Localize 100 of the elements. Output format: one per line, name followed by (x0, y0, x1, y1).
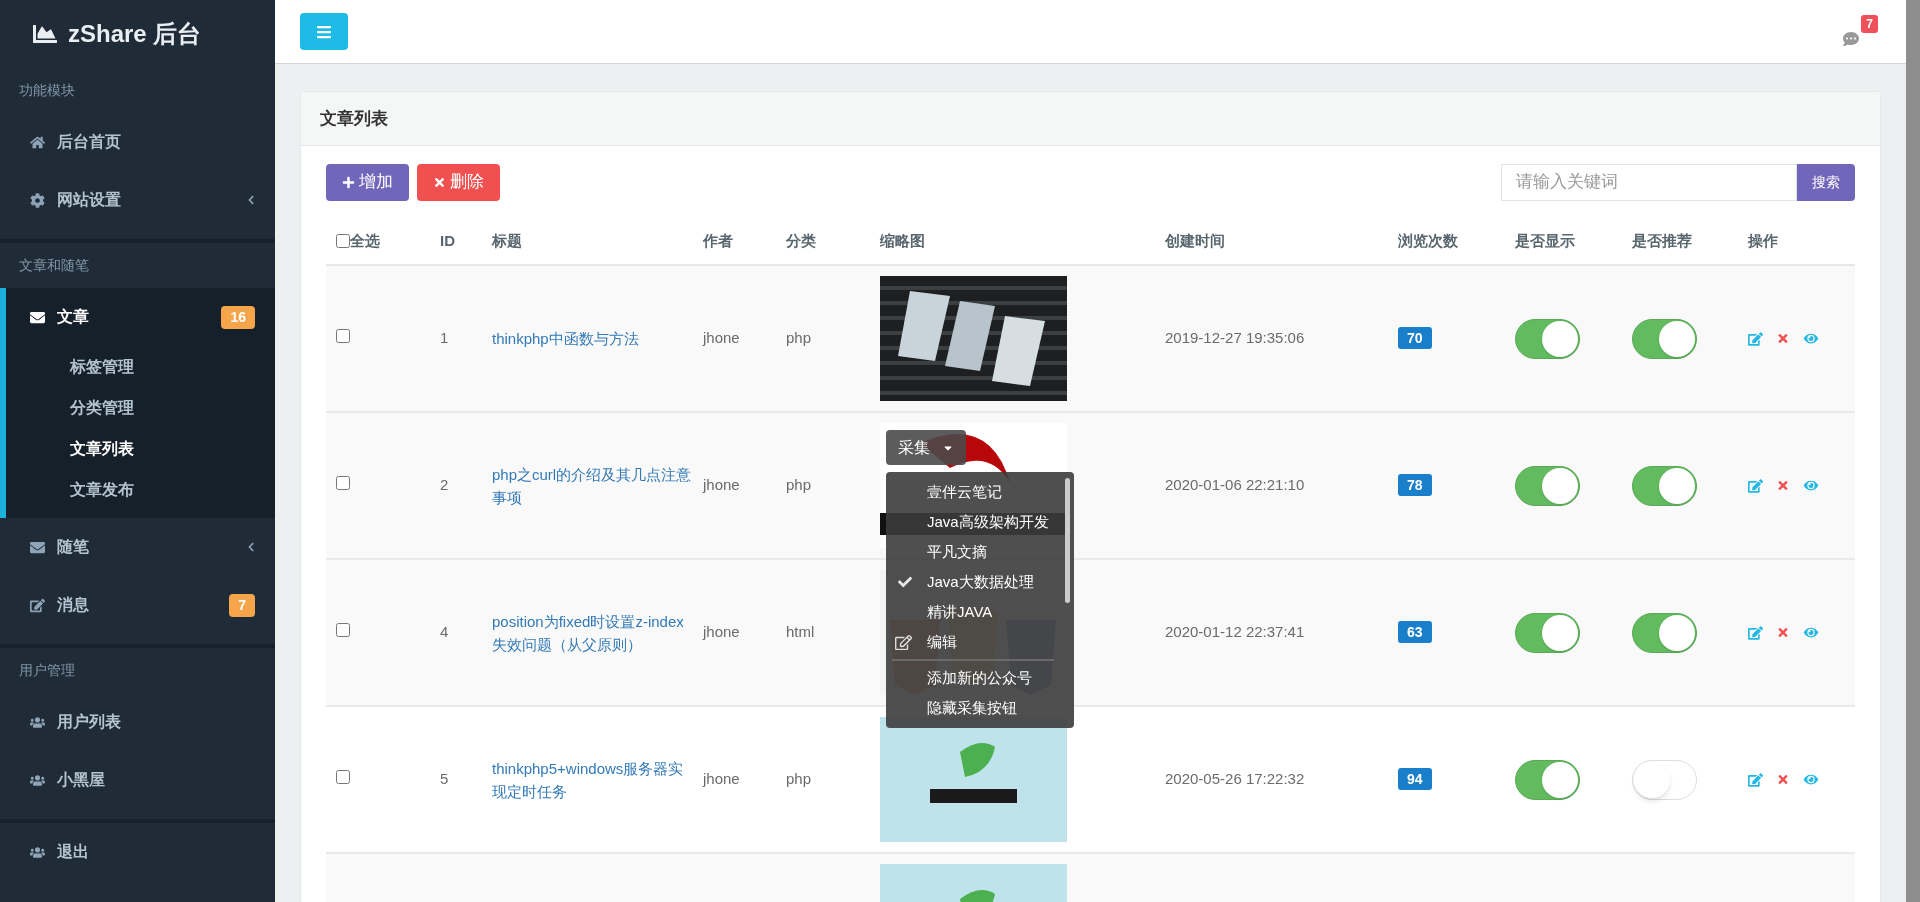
scrollbar[interactable] (1906, 0, 1920, 902)
chevron-left-icon (247, 542, 255, 552)
messages-button[interactable]: 7 (1842, 16, 1878, 47)
submenu-item[interactable]: 文章列表 (6, 428, 275, 469)
date-text: 2020-05-26 17:22:32 (1165, 770, 1305, 788)
edit-icon[interactable] (1748, 625, 1763, 640)
views-badge: 94 (1398, 768, 1432, 791)
select-all-checkbox[interactable] (336, 234, 350, 248)
submenu-item[interactable]: 文章发布 (6, 469, 275, 510)
views-badge: 78 (1398, 474, 1432, 497)
section-label: 功能模块 (18, 81, 76, 100)
row-checkbox[interactable] (336, 476, 350, 491)
menu-item[interactable]: 编辑 (886, 627, 1060, 657)
row-checkbox[interactable] (336, 329, 350, 344)
title-link[interactable]: php之curl的介绍及其几点注意事项 (492, 462, 693, 509)
column-header: 全选 (350, 230, 380, 251)
view-icon[interactable] (1803, 479, 1819, 492)
envelope-icon (30, 309, 45, 325)
check-icon (898, 575, 912, 589)
author-text: jhone (703, 623, 740, 641)
id-text: 1 (440, 329, 449, 347)
edit-icon (30, 597, 45, 613)
delete-icon[interactable] (1777, 479, 1789, 492)
menu-item[interactable]: 平凡文摘 (886, 537, 1060, 567)
users-icon (30, 714, 45, 730)
category-text: php (786, 770, 812, 788)
settings-icon (30, 192, 45, 208)
column-header: 分类 (786, 230, 817, 251)
toggle-switch[interactable] (1515, 612, 1580, 653)
menu-button[interactable] (300, 13, 348, 50)
category-text: php (786, 476, 812, 494)
column-header: 操作 (1748, 230, 1779, 251)
edit-icon[interactable] (1748, 772, 1763, 787)
column-header: 作者 (703, 230, 734, 251)
delete-icon[interactable] (1777, 626, 1789, 639)
column-header: 浏览次数 (1398, 230, 1459, 251)
submenu-item[interactable]: 标签管理 (6, 346, 275, 387)
column-header: ID (440, 230, 456, 251)
toggle-switch[interactable] (1515, 759, 1580, 800)
id-text: 5 (440, 770, 449, 788)
panel-title: 文章列表 (320, 107, 388, 130)
row-checkbox[interactable] (336, 770, 350, 785)
menu-item[interactable]: 壹伴云笔记 (886, 477, 1060, 507)
nav-item[interactable]: 随笔 (0, 518, 275, 576)
column-header: 创建时间 (1165, 230, 1226, 251)
author-text: jhone (703, 476, 740, 494)
title-link[interactable]: position为fixed时设置z-index失效问题（从父原则） (492, 609, 693, 656)
users-icon (30, 772, 45, 788)
submenu-item[interactable]: 分类管理 (6, 387, 275, 428)
date-text: 2019-12-27 19:35:06 (1165, 329, 1305, 347)
column-header: 标题 (492, 230, 523, 251)
title-link[interactable]: thinkphp5+windows服务器实现定时任务 (492, 756, 693, 803)
nav-item[interactable]: 小黑屋 (0, 751, 275, 809)
search-button[interactable]: 搜索 (1797, 163, 1855, 201)
menu-item[interactable]: 添加新的公众号 (886, 663, 1060, 693)
toggle-switch[interactable] (1515, 465, 1580, 506)
menu-item[interactable]: 隐藏采集按钮 (886, 693, 1060, 723)
category-text: html (786, 623, 815, 641)
toggle-switch[interactable] (1632, 465, 1697, 506)
home-icon (30, 134, 45, 150)
menu-item[interactable]: Java高级架构开发 (886, 507, 1060, 537)
menu-item[interactable]: 精讲JAVA (886, 597, 1060, 627)
add-button[interactable]: 增加 (326, 163, 409, 201)
plus-icon (342, 175, 355, 189)
edit-icon (895, 633, 912, 651)
count-badge: 16 (221, 305, 255, 329)
category-text: php (786, 329, 812, 347)
delete-button[interactable]: 删除 (417, 163, 500, 201)
nav-item[interactable]: 后台首页 (0, 113, 275, 171)
section-label: 文章和随笔 (18, 256, 90, 275)
nav-item[interactable]: 网站设置 (0, 171, 275, 229)
view-icon[interactable] (1803, 626, 1819, 639)
menu-item[interactable]: Java大数据处理 (886, 567, 1060, 597)
nav-item[interactable]: 用户列表 (0, 693, 275, 751)
author-text: jhone (703, 329, 740, 347)
title-link[interactable]: thinkphp中函数与方法 (492, 327, 693, 350)
column-header: 是否显示 (1515, 230, 1576, 251)
edit-icon[interactable] (1748, 331, 1763, 346)
nav-item[interactable]: 消息 7 (0, 576, 275, 634)
collect-button[interactable]: 采集 (886, 430, 966, 465)
delete-icon[interactable] (1777, 332, 1789, 345)
view-icon[interactable] (1803, 773, 1819, 786)
row-checkbox[interactable] (336, 623, 350, 638)
nav-item[interactable]: 文章 16 (6, 288, 275, 346)
delete-icon[interactable] (1777, 773, 1789, 786)
chart-icon (30, 22, 60, 46)
edit-icon[interactable] (1748, 478, 1763, 493)
column-header: 缩略图 (880, 230, 926, 251)
nav-item[interactable]: 退出 (0, 823, 275, 881)
search-field[interactable]: 请输入关键词 (1501, 163, 1797, 201)
toggle-switch[interactable] (1632, 318, 1697, 359)
date-text: 2020-01-06 22:21:10 (1165, 476, 1305, 494)
toggle-switch[interactable] (1632, 612, 1697, 653)
toggle-switch[interactable] (1515, 318, 1580, 359)
message-badge: 7 (1861, 14, 1878, 33)
view-icon[interactable] (1803, 332, 1819, 345)
views-badge: 70 (1398, 327, 1432, 350)
logo-text: zShare 后台 (68, 19, 202, 49)
chevron-left-icon (247, 195, 255, 205)
menu-icon (316, 23, 332, 40)
